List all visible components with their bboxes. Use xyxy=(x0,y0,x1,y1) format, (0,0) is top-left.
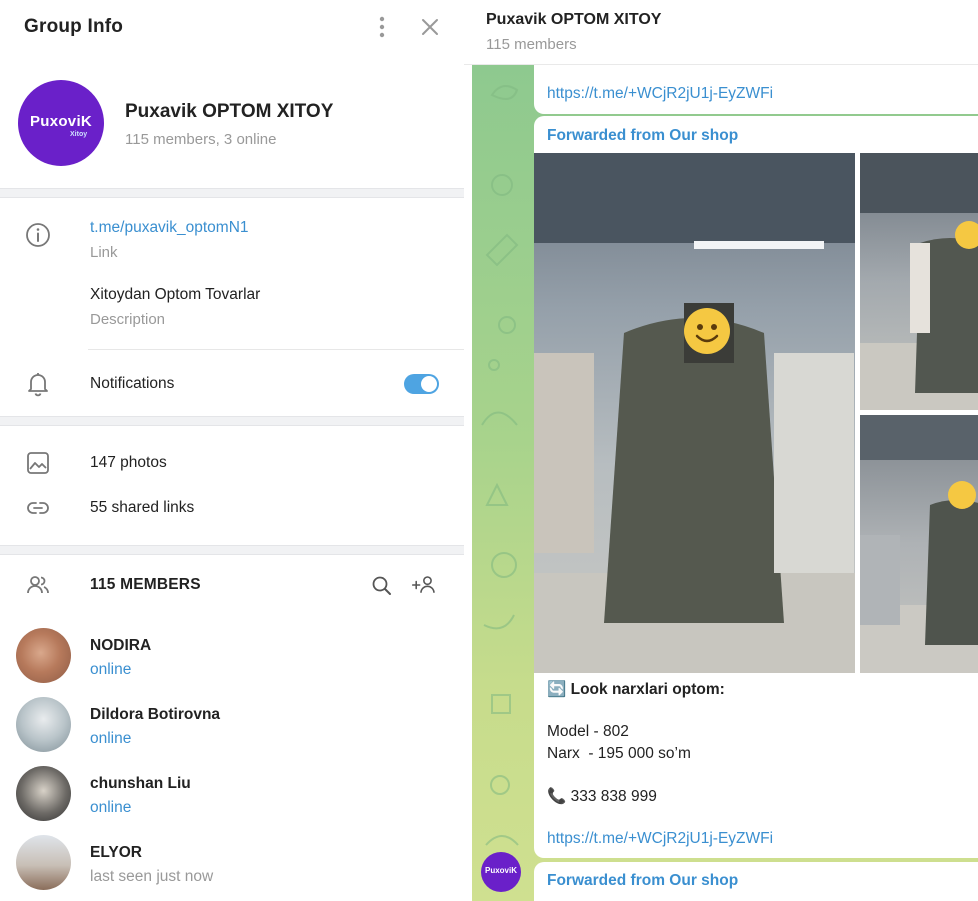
group-profile: PuxoviK Xitoy Puxavik OPTOM XITOY 115 me… xyxy=(0,56,464,188)
chat-panel: Puxavik OPTOM XITOY 115 members https://… xyxy=(464,0,978,901)
group-members-line: 115 members, 3 online xyxy=(125,131,277,148)
shared-links-item[interactable]: 55 shared links xyxy=(90,499,194,517)
section-separator xyxy=(0,416,464,426)
face-blur-emoji xyxy=(955,221,978,249)
member-item-dildora[interactable]: Dildora Botirovna online xyxy=(0,697,464,766)
group-info-panel: Group Info PuxoviK Xitoy Puxavik OPTOM X… xyxy=(0,0,464,901)
caption-price: Narx - 195 000 so’m xyxy=(547,745,691,762)
avatar-logo-subtext: Xitoy xyxy=(70,131,88,138)
notifications-toggle[interactable] xyxy=(404,374,439,394)
member-name: chunshan Liu xyxy=(90,775,191,792)
member-item-elyor[interactable]: ELYOR last seen just now xyxy=(0,835,464,901)
chat-subtitle: 115 members xyxy=(486,36,577,53)
add-member-icon[interactable] xyxy=(411,572,437,598)
message-photo[interactable] xyxy=(860,415,978,673)
info-divider xyxy=(88,349,464,350)
group-description: Xitoydan Optom Tovarlar xyxy=(90,286,261,303)
member-status: online xyxy=(90,730,132,747)
repeat-icon: 🔄 xyxy=(547,680,567,698)
face-blur-emoji xyxy=(684,308,730,354)
link-icon xyxy=(27,502,49,514)
group-avatar[interactable]: PuxoviK Xitoy xyxy=(18,80,104,166)
section-separator xyxy=(0,545,464,555)
phone-icon: 📞 xyxy=(547,787,567,805)
sender-avatar[interactable]: PuxoviK xyxy=(481,852,521,892)
photo-icon xyxy=(27,452,49,474)
search-icon[interactable] xyxy=(369,573,395,599)
member-item-nodira[interactable]: NODIRA online xyxy=(0,628,464,697)
members-count-title: 115 MEMBERS xyxy=(90,576,201,593)
message-link[interactable]: https://t.me/+WCjR2jU1j-EyZWFi xyxy=(547,85,773,103)
section-separator xyxy=(0,188,464,198)
group-link[interactable]: t.me/puxavik_optomN1 xyxy=(90,219,249,237)
photo-content xyxy=(534,153,855,673)
chat-left-gap xyxy=(464,65,472,901)
photo-content xyxy=(860,415,978,673)
member-item-chunshan[interactable]: chunshan Liu online xyxy=(0,766,464,835)
caption-title-line: 🔄 Look narxlari optom: xyxy=(547,680,725,699)
caption-title: Look narxlari optom: xyxy=(570,681,725,698)
close-icon[interactable] xyxy=(418,15,442,39)
member-status: online xyxy=(90,799,132,816)
members-icon xyxy=(27,576,49,594)
notifications-label: Notifications xyxy=(90,375,175,392)
caption-phone-line: 📞 333 838 999 xyxy=(547,787,657,806)
panel-title: Group Info xyxy=(24,16,124,37)
chat-title: Puxavik OPTOM XITOY xyxy=(486,11,662,28)
group-info-header: Group Info xyxy=(0,0,464,56)
member-avatar xyxy=(16,766,71,821)
member-name: ELYOR xyxy=(90,844,142,861)
link-label: Link xyxy=(90,244,118,261)
member-avatar xyxy=(16,628,71,683)
forwarded-from-label[interactable]: Forwarded from Our shop xyxy=(547,127,738,145)
info-icon xyxy=(26,223,50,247)
group-name: Puxavik OPTOM XITOY xyxy=(125,101,334,122)
chat-header[interactable]: Puxavik OPTOM XITOY 115 members xyxy=(464,0,978,65)
member-name: NODIRA xyxy=(90,637,152,654)
avatar-logo-text: PuxoviK xyxy=(29,113,93,130)
caption-model: Model - 802 xyxy=(547,723,629,740)
message-photo[interactable] xyxy=(534,153,855,673)
member-name: Dildora Botirovna xyxy=(90,706,221,723)
bell-icon xyxy=(28,373,48,397)
shared-photos-item[interactable]: 147 photos xyxy=(90,454,167,472)
member-avatar xyxy=(16,697,71,752)
caption-phone: 333 838 999 xyxy=(570,788,657,805)
forwarded-from-label[interactable]: Forwarded from Our shop xyxy=(547,872,738,890)
message-link[interactable]: https://t.me/+WCjR2jU1j-EyZWFi xyxy=(547,830,773,848)
description-label: Description xyxy=(90,311,166,328)
more-options-icon[interactable] xyxy=(370,14,394,40)
member-status: last seen just now xyxy=(90,868,214,885)
message-photo[interactable] xyxy=(860,153,978,410)
sender-avatar-text: PuxoviK xyxy=(484,866,517,875)
member-status: online xyxy=(90,661,132,678)
photo-content xyxy=(860,153,978,410)
face-blur-emoji xyxy=(948,481,976,509)
member-avatar xyxy=(16,835,71,890)
toggle-knob xyxy=(421,376,437,392)
